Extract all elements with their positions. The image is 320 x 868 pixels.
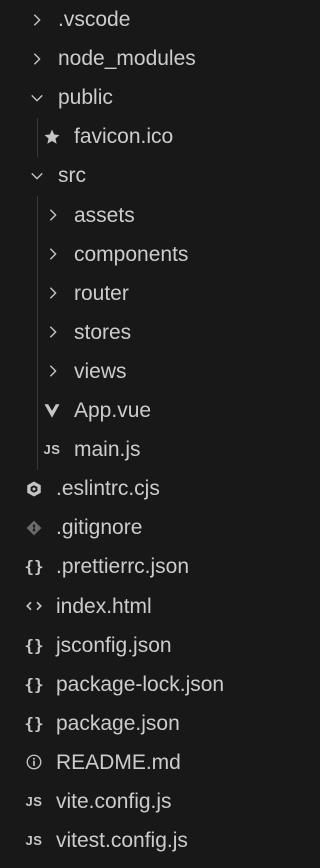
item-label: .gitignore — [56, 516, 143, 540]
file-row-package-json[interactable]: {} package.json — [0, 704, 299, 742]
chevron-right-icon[interactable] — [42, 274, 64, 312]
info-icon — [22, 743, 46, 781]
chevron-right-icon[interactable] — [42, 196, 64, 234]
file-row-prettierrc-json[interactable]: {} .prettierrc.json — [0, 548, 299, 586]
js-icon: JS — [25, 833, 43, 849]
item-label: vitest.config.js — [56, 829, 188, 853]
item-label: .vscode — [58, 8, 131, 31]
chevron-down-icon[interactable] — [26, 157, 48, 195]
chevron-right-icon[interactable] — [42, 235, 64, 273]
file-row-vitest-config-js[interactable]: JS vitest.config.js — [0, 822, 299, 860]
file-row-eslintrc-cjs[interactable]: .eslintrc.cjs — [0, 470, 299, 508]
chevron-right-icon[interactable] — [26, 1, 48, 39]
file-row-jsconfig-json[interactable]: {} jsconfig.json — [0, 626, 299, 664]
folder-row-components[interactable]: components — [0, 235, 299, 273]
folder-row-router[interactable]: router — [0, 274, 299, 312]
folder-row-public[interactable]: public — [0, 79, 299, 117]
item-label: src — [58, 164, 86, 188]
folder-row-src[interactable]: src — [0, 157, 299, 195]
html-icon — [22, 587, 46, 625]
json-braces-icon: {} — [24, 635, 44, 655]
indent-guide — [37, 196, 38, 470]
json-braces-icon: {} — [24, 674, 44, 694]
json-braces-icon: {} — [24, 557, 44, 577]
folder-row-assets[interactable]: assets — [0, 196, 299, 234]
item-label: index.html — [56, 594, 152, 618]
file-row-favicon-ico[interactable]: favicon.ico — [0, 118, 299, 156]
json-braces-icon: {} — [24, 713, 44, 733]
eslint-icon — [22, 470, 46, 508]
item-label: README.md — [56, 750, 181, 774]
item-label: assets — [74, 203, 135, 227]
item-label: .eslintrc.cjs — [56, 477, 160, 501]
item-label: views — [74, 359, 127, 383]
file-explorer: .vscode node_modulespublic favicon.ico src a… — [0, 0, 299, 868]
chevron-down-icon[interactable] — [26, 79, 48, 117]
git-icon — [22, 509, 46, 547]
item-label: .prettierrc.json — [56, 555, 190, 579]
chevron-right-icon[interactable] — [42, 352, 64, 390]
item-label: main.js — [74, 438, 141, 462]
file-row-app-vue[interactable]: App.vue — [0, 392, 299, 430]
folder-row-stores[interactable]: stores — [0, 313, 299, 351]
file-row-index-html[interactable]: index.html — [0, 587, 299, 625]
file-row-gitignore[interactable]: .gitignore — [0, 509, 299, 547]
file-row-main-js[interactable]: JS main.js — [0, 431, 299, 469]
file-row-vite-config-js[interactable]: JS vite.config.js — [0, 783, 299, 821]
item-label: node_modules — [58, 47, 196, 71]
folder-row-node-modules[interactable]: node_modules — [0, 40, 299, 78]
folder-row-vscode[interactable]: .vscode — [0, 1, 299, 39]
item-label: public — [58, 86, 113, 110]
item-label: jsconfig.json — [56, 633, 172, 657]
vue-icon — [40, 392, 64, 430]
item-label: stores — [74, 320, 132, 344]
item-label: App.vue — [74, 399, 152, 422]
star-icon — [40, 118, 64, 156]
item-label: package.json — [56, 711, 180, 735]
item-label: favicon.ico — [74, 125, 174, 149]
js-icon: JS — [43, 442, 61, 458]
js-icon: JS — [25, 794, 43, 809]
item-label: package-lock.json — [56, 672, 225, 696]
file-row-package-lock-json[interactable]: {} package-lock.json — [0, 665, 299, 703]
folder-row-views[interactable]: views — [0, 352, 299, 390]
chevron-right-icon[interactable] — [26, 40, 48, 78]
indent-guide — [37, 117, 38, 157]
file-row-readme-md[interactable]: README.md — [0, 743, 299, 781]
item-label: components — [74, 242, 189, 266]
chevron-right-icon[interactable] — [42, 313, 64, 351]
item-label: router — [74, 281, 129, 305]
item-label: vite.config.js — [56, 790, 172, 813]
